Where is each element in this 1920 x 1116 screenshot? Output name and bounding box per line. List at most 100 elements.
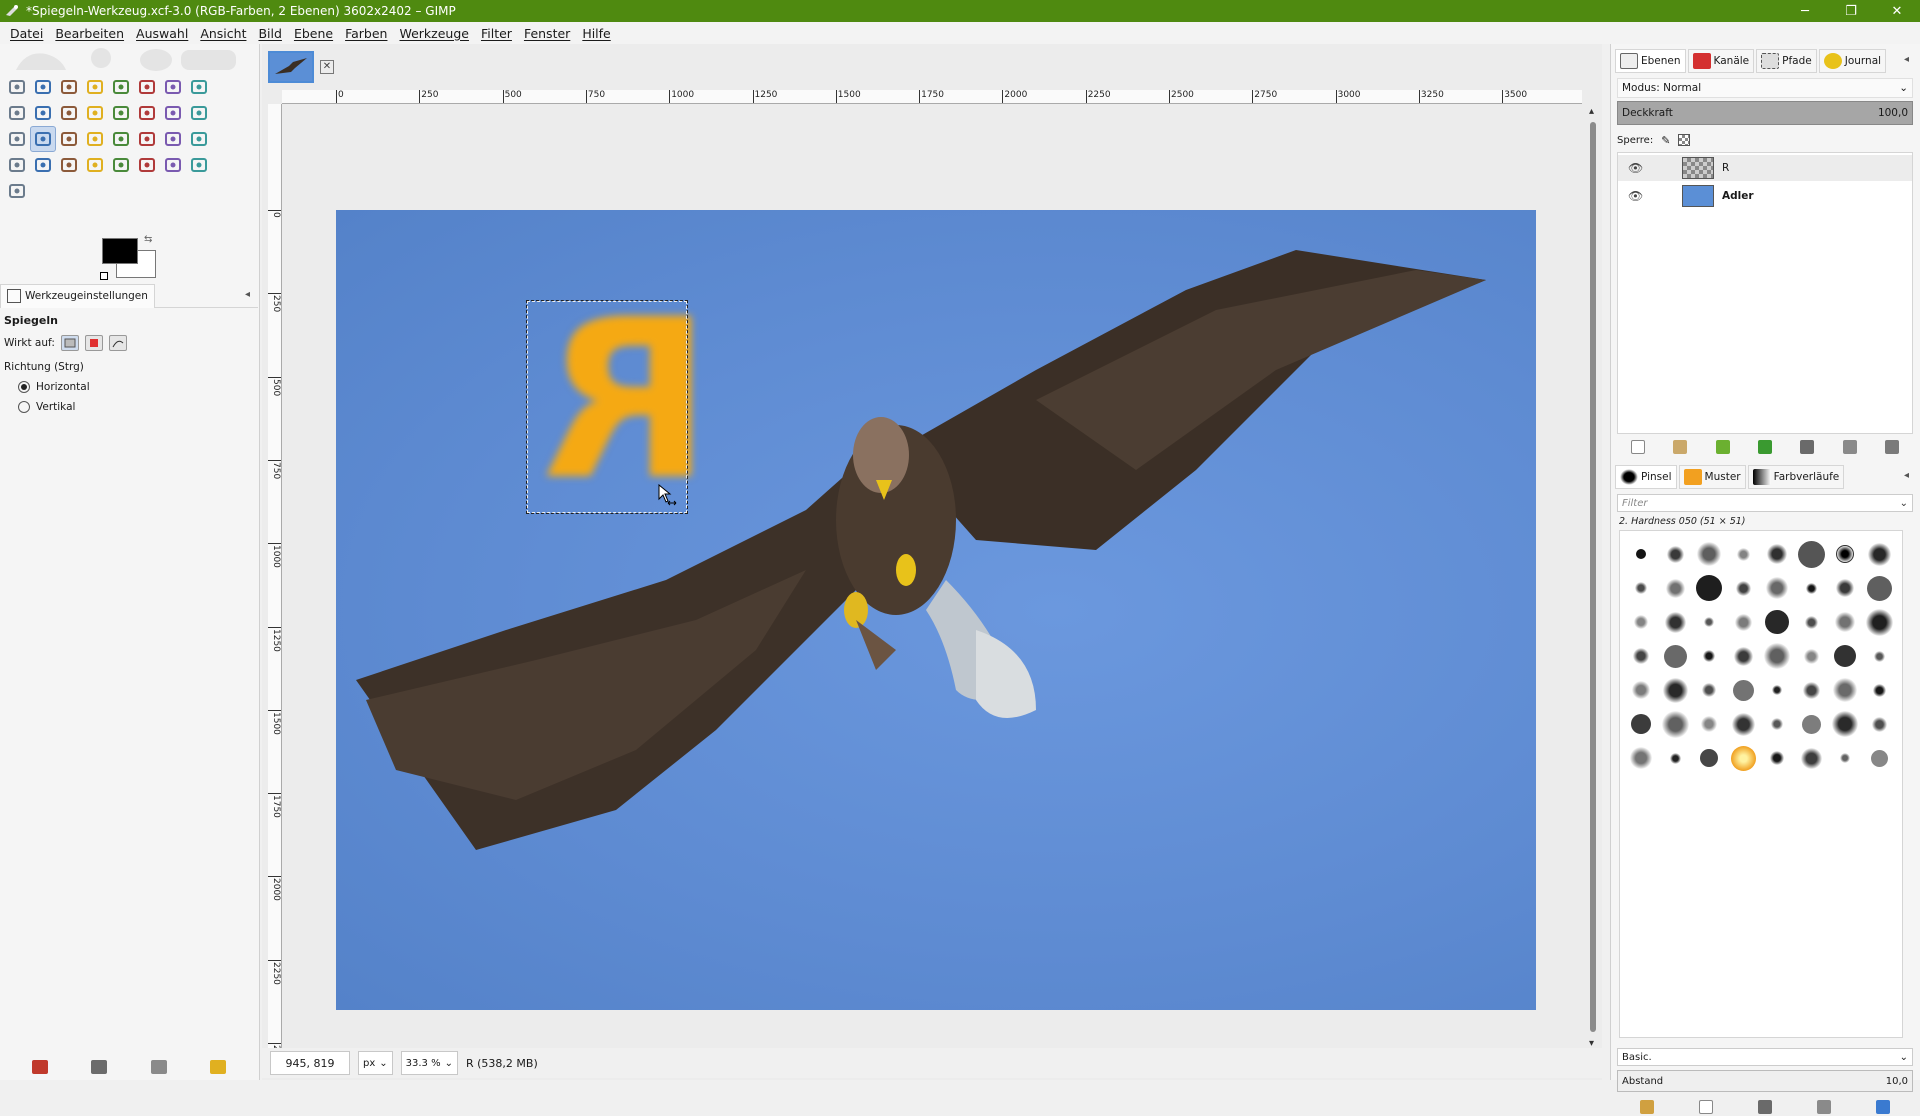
brush-thumbnail[interactable] xyxy=(1665,578,1685,598)
brush-thumbnail[interactable] xyxy=(1764,643,1790,669)
vertical-scroll-thumb[interactable] xyxy=(1590,122,1596,1032)
tool-select-by-color-icon[interactable] xyxy=(108,74,134,100)
brush-thumbnail[interactable] xyxy=(1797,540,1825,568)
brush-thumbnail[interactable] xyxy=(1771,718,1783,730)
brush-thumbnail[interactable] xyxy=(1730,745,1756,771)
tool-heal-icon[interactable] xyxy=(108,152,134,178)
brush-thumbnail[interactable] xyxy=(1630,747,1652,769)
brush-thumbnail[interactable] xyxy=(1666,545,1684,563)
menu-hilfe[interactable]: Hilfe xyxy=(576,26,616,41)
brush-thumbnail[interactable] xyxy=(1765,610,1789,634)
brush-thumbnail[interactable] xyxy=(1766,577,1788,599)
menu-werkzeuge[interactable]: Werkzeuge xyxy=(393,26,475,41)
brush-thumbnail[interactable] xyxy=(1700,749,1718,767)
brush-thumbnail[interactable] xyxy=(1836,545,1854,563)
tool-zoom-icon[interactable] xyxy=(30,100,56,126)
tool-flip-tool-icon[interactable] xyxy=(30,126,56,152)
dock-menu-icon[interactable]: ◂ xyxy=(245,289,250,300)
brush-thumbnail[interactable] xyxy=(1870,749,1888,767)
menu-datei[interactable]: Datei xyxy=(4,26,49,41)
tab-gradients[interactable]: Farbverläufe xyxy=(1747,465,1845,489)
vertical-ruler[interactable]: 02505007501000125015001750200022502500 xyxy=(268,104,282,1062)
tool-alignment-icon[interactable] xyxy=(108,100,134,126)
anchor-layer-icon[interactable] xyxy=(1842,440,1857,454)
brush-thumbnail[interactable] xyxy=(1803,648,1819,664)
refresh-brushes-icon[interactable] xyxy=(1876,1100,1891,1114)
raise-layer-icon[interactable] xyxy=(1715,440,1730,454)
tool-rect-select-icon[interactable] xyxy=(4,74,30,100)
brush-thumbnail[interactable] xyxy=(1704,617,1714,627)
brush-thumbnail[interactable] xyxy=(1703,650,1715,662)
brush-thumbnail[interactable] xyxy=(1697,542,1721,566)
tool-eraser-icon[interactable] xyxy=(4,152,30,178)
tool-cage-transform-icon[interactable] xyxy=(56,126,82,152)
spacing-slider[interactable]: Abstand 10,0 xyxy=(1617,1070,1913,1092)
brush-thumbnail[interactable] xyxy=(1632,681,1650,699)
affect-selection-button[interactable] xyxy=(84,335,103,351)
brush-thumbnail[interactable] xyxy=(1836,579,1854,597)
brush-thumbnail[interactable] xyxy=(1865,608,1893,636)
affect-layer-button[interactable] xyxy=(60,335,79,351)
brush-thumbnail[interactable] xyxy=(1702,683,1716,697)
tool-warp-icon[interactable] xyxy=(186,100,212,126)
menu-filter[interactable]: Filter xyxy=(475,26,518,41)
brush-thumbnail[interactable] xyxy=(1832,711,1858,737)
brush-thumbnail[interactable] xyxy=(1873,650,1885,662)
swap-colors-icon[interactable]: ⇆ xyxy=(144,234,152,245)
brush-thumbnail[interactable] xyxy=(1696,575,1722,601)
layer-row-r[interactable]: 👁 R xyxy=(1618,155,1912,181)
brush-thumbnail[interactable] xyxy=(1631,714,1651,734)
tool-paintbrush-icon[interactable] xyxy=(186,126,212,152)
brush-thumbnail[interactable] xyxy=(1835,612,1855,632)
radio-vertical[interactable] xyxy=(18,401,30,413)
brush-thumbnail[interactable] xyxy=(1770,751,1784,765)
visibility-eye-icon[interactable]: 👁 xyxy=(1628,161,1650,175)
unit-selector[interactable]: px ⌄ xyxy=(358,1051,393,1075)
brush-thumbnail[interactable] xyxy=(1661,710,1689,738)
visibility-eye-icon[interactable]: 👁 xyxy=(1628,189,1650,203)
brush-thumbnail[interactable] xyxy=(1802,681,1820,699)
brush-thumbnail[interactable] xyxy=(1772,685,1782,695)
tab-layers[interactable]: Ebenen xyxy=(1615,49,1686,73)
menu-ansicht[interactable]: Ansicht xyxy=(194,26,252,41)
close-window-button[interactable]: ✕ xyxy=(1874,0,1920,22)
brush-thumbnail[interactable] xyxy=(1635,582,1647,594)
zoom-selector[interactable]: 33.3 % ⌄ xyxy=(400,1051,458,1075)
brush-thumbnail[interactable] xyxy=(1636,549,1646,559)
menu-fenster[interactable]: Fenster xyxy=(518,26,576,41)
radio-horizontal[interactable] xyxy=(18,381,30,393)
brush-thumbnail[interactable] xyxy=(1872,683,1886,697)
canvas-area[interactable]: R xyxy=(282,104,1582,1064)
menu-auswahl[interactable]: Auswahl xyxy=(130,26,194,41)
tool-foreground-select-icon[interactable] xyxy=(160,74,186,100)
brush-thumbnail[interactable] xyxy=(1736,547,1750,561)
brush-thumbnail[interactable] xyxy=(1634,615,1648,629)
image-canvas[interactable]: R xyxy=(336,210,1536,1010)
brush-thumbnail[interactable] xyxy=(1805,582,1817,594)
maximize-button[interactable]: ❐ xyxy=(1828,0,1874,22)
image-tab-thumbnail[interactable] xyxy=(268,51,314,83)
brush-thumbnail[interactable] xyxy=(1662,677,1688,703)
tool-smudge-icon[interactable] xyxy=(160,152,186,178)
tool-dodge-burn-icon[interactable] xyxy=(186,152,212,178)
brush-thumbnail[interactable] xyxy=(1701,716,1717,732)
tool-blur-sharpen-icon[interactable] xyxy=(4,178,30,204)
image-tab-close-icon[interactable]: ✕ xyxy=(320,60,334,74)
tool-airbrush-icon[interactable] xyxy=(30,152,56,178)
dock-menu-icon[interactable]: ◂ xyxy=(1904,54,1909,65)
dock-menu-icon[interactable]: ◂ xyxy=(1904,470,1909,481)
brush-thumbnail[interactable] xyxy=(1664,611,1686,633)
tool-gradient-icon[interactable] xyxy=(134,126,160,152)
brush-thumbnail[interactable] xyxy=(1834,645,1856,667)
lower-layer-icon[interactable] xyxy=(1757,440,1772,454)
menu-farben[interactable]: Farben xyxy=(339,26,393,41)
delete-layer-icon[interactable] xyxy=(1884,440,1899,454)
restore-options-icon[interactable] xyxy=(91,1060,108,1074)
layer-mode-selector[interactable]: Modus: Normal ⌄ xyxy=(1617,78,1913,98)
brush-thumbnail[interactable] xyxy=(1735,580,1751,596)
save-options-icon[interactable] xyxy=(31,1060,48,1074)
lock-pixels-icon[interactable]: ✎ xyxy=(1661,134,1670,147)
vertical-scrollbar[interactable]: ▴ ▾ xyxy=(1586,104,1600,1054)
duplicate-brush-icon[interactable] xyxy=(1757,1100,1772,1114)
brush-thumbnail[interactable] xyxy=(1734,613,1752,631)
